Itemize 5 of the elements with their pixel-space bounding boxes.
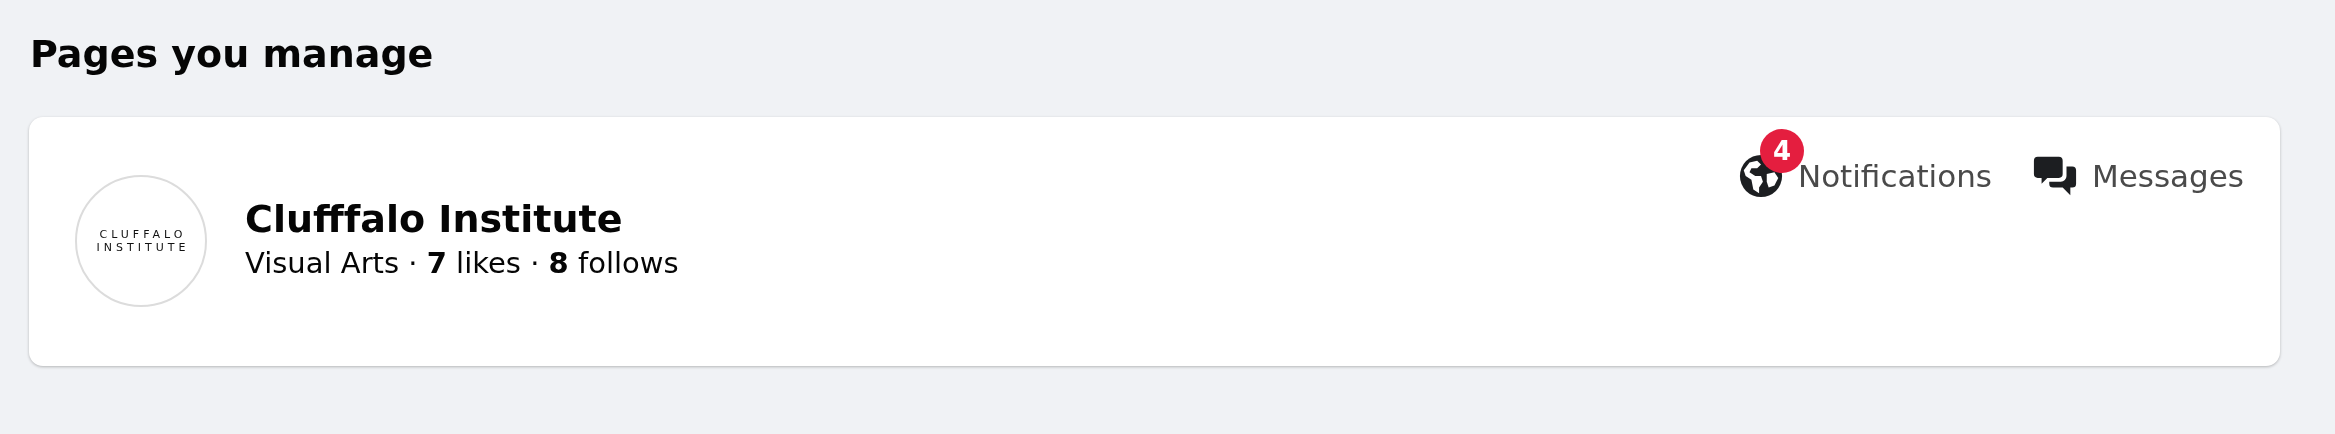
- page-logo[interactable]: CLUFFALO INSTITUTE: [75, 174, 207, 307]
- messages-link[interactable]: Messages: [2031, 127, 2244, 199]
- page-details: Visual Arts · 7 likes · 8 follows: [245, 244, 679, 282]
- page-name[interactable]: Clufffalo Institute: [245, 194, 679, 243]
- section-heading: Pages you manage: [30, 31, 435, 78]
